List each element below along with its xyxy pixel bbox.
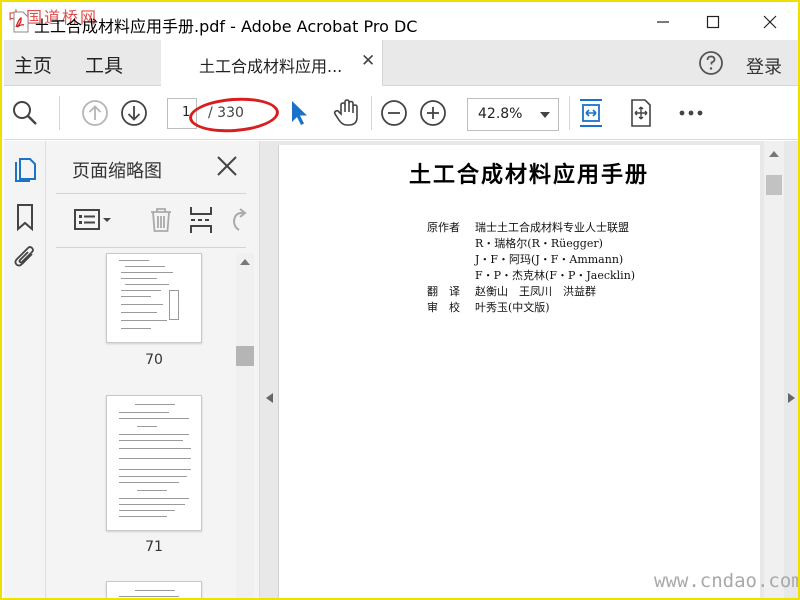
options-menu-icon (74, 209, 111, 230)
credit-value: 赵衡山 王凤川 洪益群 (475, 285, 596, 298)
rotate-page-button[interactable] (222, 203, 256, 237)
zoom-in-button[interactable] (418, 98, 448, 128)
help-icon[interactable] (698, 50, 724, 76)
trash-icon (151, 208, 171, 232)
maximize-icon (706, 15, 720, 29)
toolbar-divider (59, 96, 60, 130)
close-tab-icon[interactable]: ✕ (361, 51, 375, 71)
hand-tool-button[interactable] (332, 98, 362, 128)
collapse-left-panel-icon[interactable] (266, 393, 273, 403)
page-thumbnails-button[interactable] (11, 157, 39, 185)
home-tab[interactable]: 主页 (14, 51, 52, 78)
full-screen-button[interactable] (626, 98, 656, 128)
zoom-out-button[interactable] (379, 98, 409, 128)
application-window: 中国道桥网 土工合成材料应用手册.pdf - Adobe Acrobat Pro… (0, 0, 800, 600)
panel-divider (56, 193, 246, 194)
more-tools-button[interactable] (676, 98, 706, 128)
document-tab[interactable]: 土工合成材料应用... ✕ (161, 40, 383, 86)
document-view: 土工合成材料应用手册 原作者 瑞士土工合成材料专业人士联盟 R・瑞格尔(R・Rü… (260, 141, 798, 598)
toolbar-divider (569, 96, 570, 130)
left-rail (4, 141, 46, 598)
chevron-down-icon (540, 112, 550, 118)
previous-page-button[interactable] (80, 98, 110, 128)
tools-tab[interactable]: 工具 (85, 51, 123, 78)
paperclip-icon (14, 246, 34, 267)
insert-page-button[interactable] (184, 203, 218, 237)
arrow-down-circle-icon (121, 100, 147, 126)
zoom-out-icon (381, 100, 407, 126)
delete-page-button[interactable] (144, 203, 178, 237)
zoom-in-icon (420, 100, 446, 126)
credit-value: F・P・杰克林(F・P・Jaecklin) (475, 269, 636, 282)
thumbnail-page-number: 71 (145, 539, 163, 555)
credit-value: J・F・阿玛(J・F・Ammann) (475, 253, 624, 266)
scrollbar-thumb[interactable] (766, 175, 782, 195)
more-horizontal-icon (679, 110, 703, 116)
arrow-up-circle-icon (82, 100, 108, 126)
pdf-page: 土工合成材料应用手册 原作者 瑞士土工合成材料专业人士联盟 R・瑞格尔(R・Rü… (278, 145, 760, 598)
credit-value: 瑞士土工合成材料专业人士联盟 (475, 221, 629, 234)
page-thumbnail[interactable] (106, 395, 202, 531)
window-title: 土工合成材料应用手册.pdf - Adobe Acrobat Pro DC (34, 17, 418, 36)
credit-label: 原作者 (427, 221, 460, 234)
scrollbar-thumb[interactable] (236, 346, 254, 366)
scroll-up-icon[interactable] (769, 151, 779, 157)
tab-bar: 主页 工具 土工合成材料应用... ✕ 登录 (4, 40, 798, 86)
search-button[interactable] (10, 98, 40, 128)
minimize-button[interactable] (640, 4, 686, 40)
bookmark-icon (17, 204, 33, 231)
next-page-button[interactable] (119, 98, 149, 128)
acrobat-logo-icon (13, 11, 29, 33)
document-tab-label: 土工合成材料应用... (199, 57, 343, 76)
credit-value: 叶秀玉(中文版) (475, 301, 550, 314)
credit-label: 审 校 (427, 301, 460, 314)
maximize-button[interactable] (690, 4, 736, 40)
close-icon (763, 15, 777, 29)
search-icon (13, 101, 37, 125)
insert-pages-icon (190, 207, 212, 233)
page-thumbnails-panel: 页面缩略图 70 71 (46, 141, 260, 598)
document-scrollbar[interactable] (764, 141, 784, 598)
close-window-button[interactable] (747, 4, 793, 40)
page-thumbnail[interactable] (106, 253, 202, 343)
fit-width-button[interactable] (576, 98, 606, 128)
page-thumbnail[interactable] (106, 581, 202, 598)
page-thumbnails-icon (15, 158, 36, 182)
collapse-right-panel-icon[interactable] (788, 393, 795, 403)
red-annotation-circle (187, 94, 281, 136)
thumbnail-page-number: 70 (145, 352, 163, 368)
toolbar: 1 / 330 42.8% (4, 86, 798, 140)
credit-value: R・瑞格尔(R・Rüegger) (475, 237, 603, 250)
zoom-value: 42.8% (478, 106, 523, 122)
login-link[interactable]: 登录 (746, 53, 782, 79)
title-bar: 中国道桥网 土工合成材料应用手册.pdf - Adobe Acrobat Pro… (4, 4, 798, 40)
cursor-arrow-icon (292, 101, 307, 125)
full-screen-icon (631, 99, 651, 127)
watermark-bottom-right: www.cndao.com (654, 570, 800, 592)
zoom-level-select[interactable]: 42.8% (467, 98, 559, 131)
panel-title: 页面缩略图 (72, 161, 162, 182)
minimize-icon (657, 21, 669, 23)
close-panel-icon[interactable] (214, 153, 240, 179)
thumbnail-scrollbar[interactable] (236, 253, 254, 598)
select-tool-button[interactable] (284, 98, 314, 128)
scroll-up-icon[interactable] (240, 259, 250, 265)
toolbar-divider (371, 96, 372, 130)
hand-icon (333, 99, 358, 126)
thumbnail-options-button[interactable] (72, 203, 114, 237)
panel-divider (56, 247, 246, 248)
attachments-button[interactable] (11, 245, 39, 273)
document-title: 土工合成材料应用手册 (408, 162, 649, 188)
bookmarks-button[interactable] (11, 203, 39, 231)
fit-page-width-icon (580, 99, 602, 127)
credit-label: 翻 译 (427, 285, 460, 298)
rotate-icon (232, 208, 247, 231)
